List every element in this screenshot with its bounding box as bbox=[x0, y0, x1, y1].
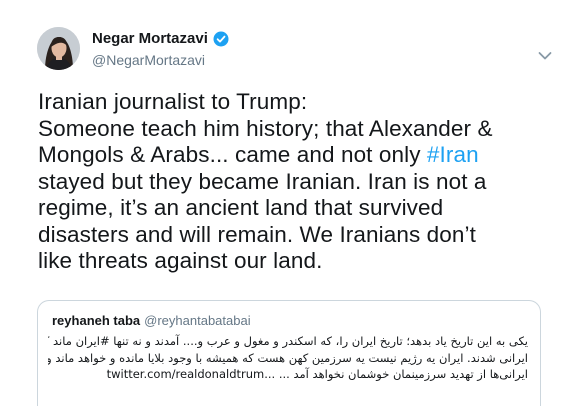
tweet-line: Mongols & Arabs... came and not only #Ir… bbox=[38, 142, 568, 169]
quoted-line: ایرانی‌ها از تهدید سرزمینمان خوشمان نخوا… bbox=[48, 366, 528, 383]
tweet-line: like threats against our land. bbox=[38, 248, 323, 273]
chevron-down-icon[interactable] bbox=[538, 48, 552, 60]
quoted-tweet-header: reyhaneh taba @reyhantabatabai bbox=[52, 313, 251, 328]
tweet-line: regime, it’s an ancient land that surviv… bbox=[38, 195, 444, 220]
tweet-line: Iranian journalist to Trump: bbox=[38, 89, 308, 114]
quoted-author-name[interactable]: reyhaneh taba bbox=[52, 313, 140, 328]
tweet-line: stayed but they became Iranian. Iran is … bbox=[38, 168, 487, 194]
tweet-line: Someone teach him history; that Alexande… bbox=[38, 115, 493, 141]
tweet-text: Iranian journalist to Trump: Someone tea… bbox=[38, 89, 568, 275]
quoted-line: یکی به این تاریخ یاد بدهد؛ تاریخ ایران ر… bbox=[48, 334, 528, 348]
author-display-name[interactable]: Negar Mortazavi bbox=[92, 30, 208, 47]
quoted-line: ایرانی شدند. ایران یه رژیم نیست یه سرزمی… bbox=[48, 350, 528, 365]
tweet-line: disasters and will remain. We Iranians d… bbox=[38, 221, 476, 247]
hashtag-link[interactable]: #Iran bbox=[427, 142, 479, 167]
quoted-tweet-text: یکی به این تاریخ یاد بدهد؛ تاریخ ایران ر… bbox=[48, 333, 528, 383]
author-handle[interactable]: @NegarMortazavi bbox=[92, 52, 205, 68]
verified-badge-icon bbox=[213, 31, 229, 47]
avatar-image bbox=[37, 27, 80, 70]
tweet-line-text: Mongols & Arabs... came and not only bbox=[38, 142, 427, 167]
quoted-tweet[interactable]: reyhaneh taba @reyhantabatabai یکی به این… bbox=[37, 300, 541, 406]
author-name-row[interactable]: Negar Mortazavi bbox=[92, 30, 229, 47]
tweet-card: Negar Mortazavi @NegarMortazavi Iranian … bbox=[0, 0, 572, 406]
quoted-link[interactable]: twitter.com/realdonaldtrum... bbox=[107, 367, 276, 381]
quoted-line-text: ایرانی‌ها از تهدید سرزمینمان خوشمان نخوا… bbox=[278, 367, 528, 381]
quoted-author-handle[interactable]: @reyhantabatabai bbox=[144, 313, 250, 328]
avatar[interactable] bbox=[37, 27, 80, 70]
